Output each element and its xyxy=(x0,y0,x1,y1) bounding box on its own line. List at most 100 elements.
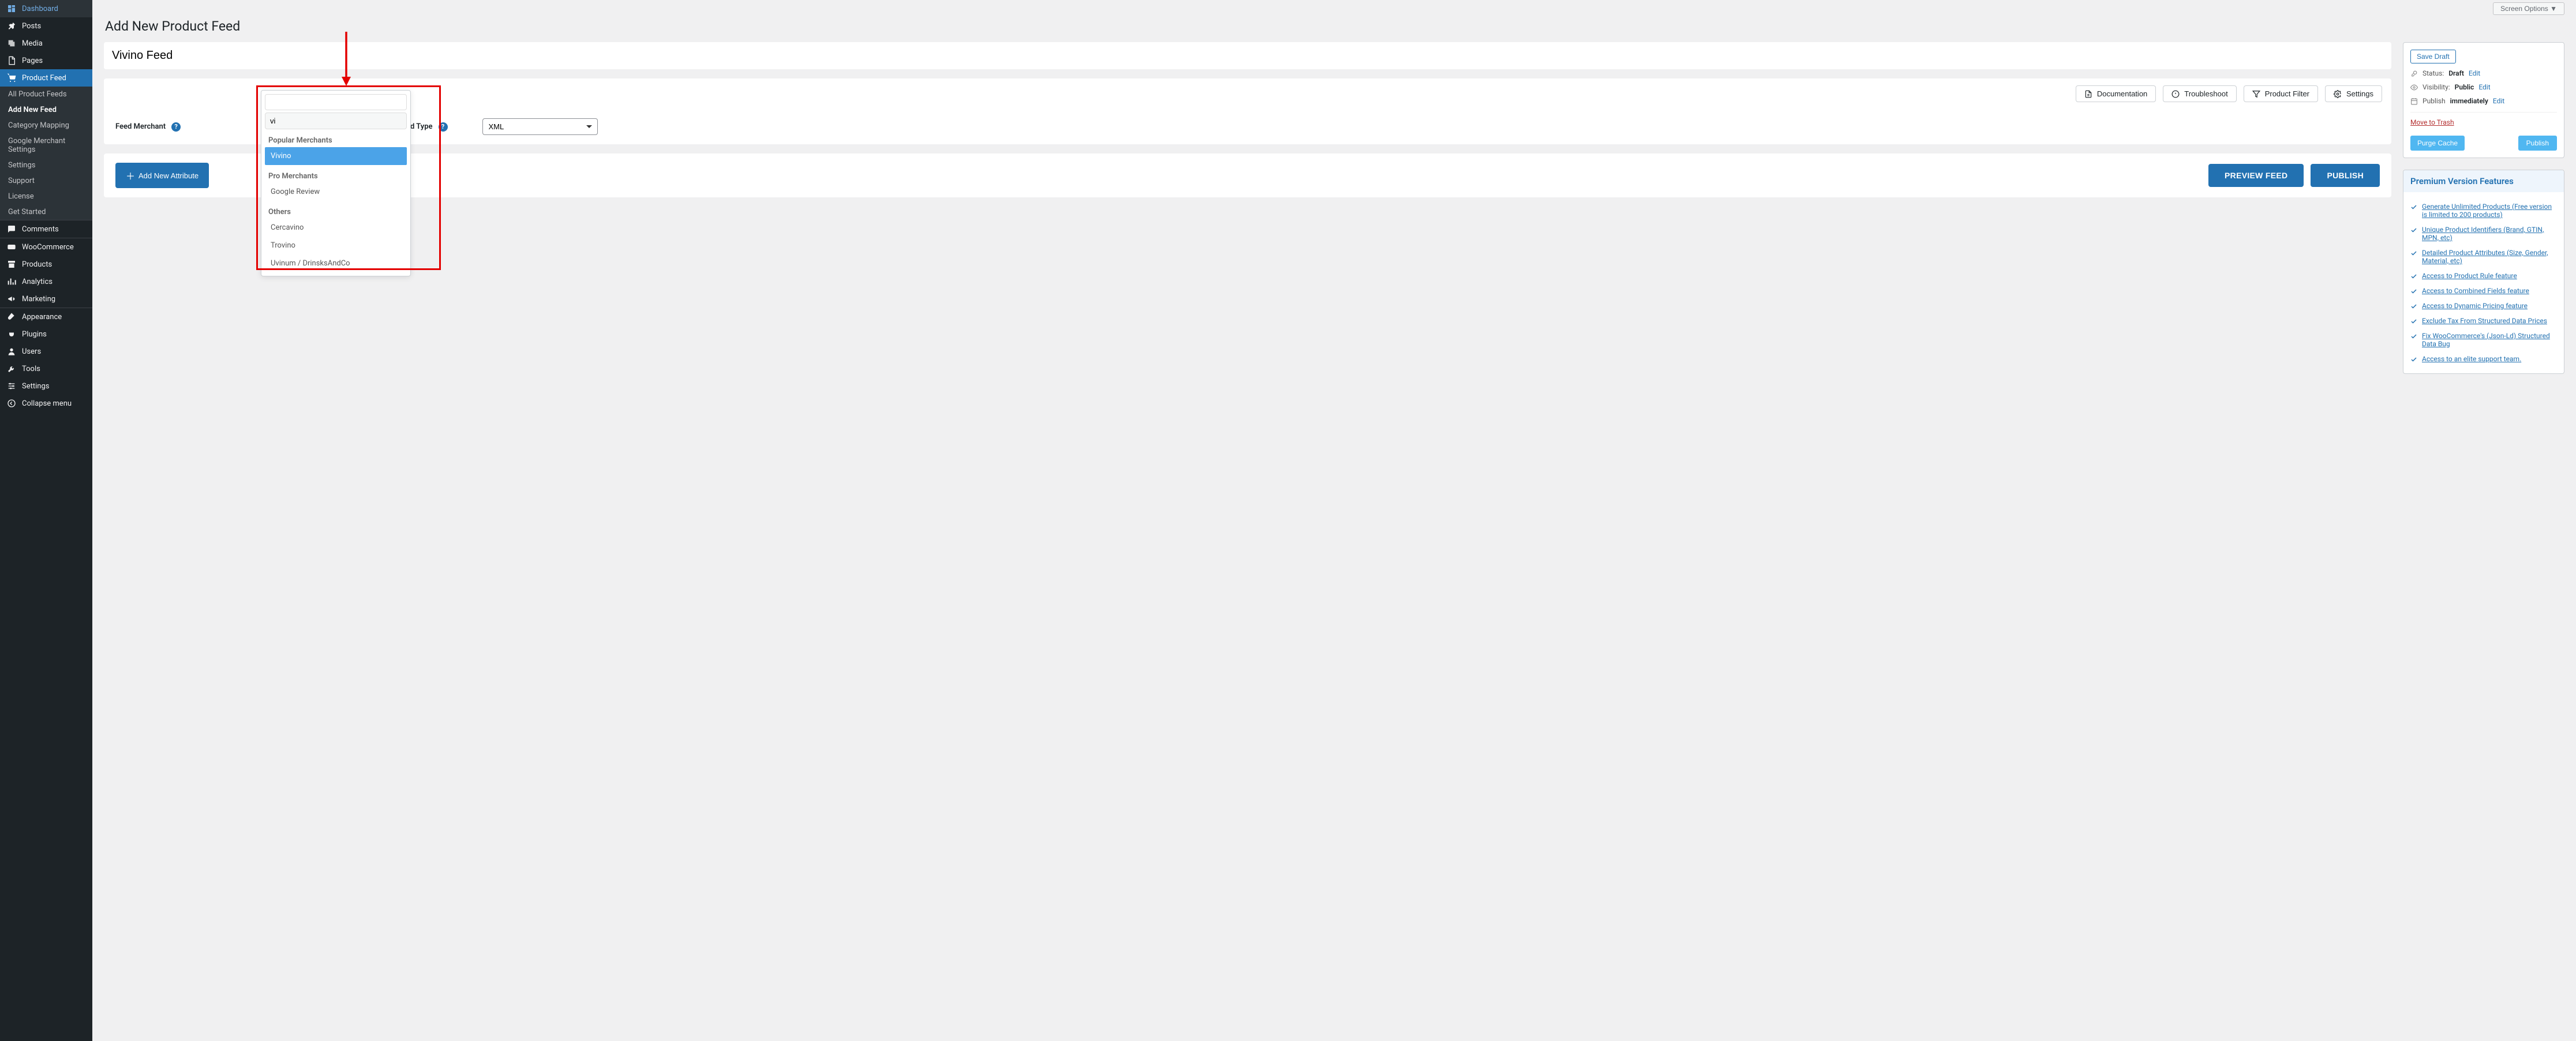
merchant-group-heading: Pro Merchants xyxy=(265,165,407,183)
sidebar-sub-item[interactable]: Support xyxy=(0,173,92,189)
sidebar-item-label: Dashboard xyxy=(22,5,58,13)
premium-features-box: Premium Version Features Generate Unlimi… xyxy=(2403,170,2564,374)
check-icon xyxy=(2410,288,2417,295)
sidebar-item-woocommerce[interactable]: WooCommerce xyxy=(0,238,92,256)
settings-button[interactable]: Settings xyxy=(2325,85,2382,102)
brush-icon xyxy=(6,312,17,321)
merchant-dropdown: Popular MerchantsVivinoPro MerchantsGoog… xyxy=(261,90,411,276)
megaphone-icon xyxy=(6,294,17,304)
cart-icon xyxy=(6,73,17,83)
document-icon xyxy=(2084,90,2092,98)
alert-icon xyxy=(2171,90,2180,98)
help-icon[interactable]: ? xyxy=(439,122,448,132)
screen-options-button[interactable]: Screen Options ▼ xyxy=(2493,2,2564,15)
add-attribute-button[interactable]: ＋ Add New Attribute xyxy=(115,163,209,188)
premium-feature-link[interactable]: Access to Product Rule feature xyxy=(2422,272,2517,280)
sidebar-item-tools[interactable]: Tools xyxy=(0,360,92,377)
sidebar-item-analytics[interactable]: Analytics xyxy=(0,273,92,290)
wrench-icon xyxy=(6,364,17,373)
sidebar-item-label: Tools xyxy=(22,365,40,373)
premium-feature-item: Unique Product Identifiers (Brand, GTIN,… xyxy=(2410,222,2557,245)
button-label: Documentation xyxy=(2097,89,2147,98)
premium-feature-link[interactable]: Unique Product Identifiers (Brand, GTIN,… xyxy=(2422,226,2557,242)
admin-sidebar: Dashboard PostsMediaPagesProduct FeedAll … xyxy=(0,0,92,1041)
publish-feed-button[interactable]: PUBLISH xyxy=(2311,164,2380,187)
premium-feature-link[interactable]: Generate Unlimited Products (Free versio… xyxy=(2422,203,2557,219)
documentation-button[interactable]: Documentation xyxy=(2076,85,2156,102)
premium-feature-link[interactable]: Exclude Tax From Structured Data Prices xyxy=(2422,317,2547,325)
button-label: Troubleshoot xyxy=(2184,89,2227,98)
product-filter-button[interactable]: Product Filter xyxy=(2244,85,2318,102)
media-icon xyxy=(6,39,17,48)
premium-feature-item: Exclude Tax From Structured Data Prices xyxy=(2410,313,2557,328)
merchant-selected-display[interactable] xyxy=(265,94,407,110)
publish-value: immediately xyxy=(2450,97,2488,105)
premium-feature-link[interactable]: Detailed Product Attributes (Size, Gende… xyxy=(2422,249,2557,265)
trash-link[interactable]: Move to Trash xyxy=(2410,118,2454,126)
edit-visibility-link[interactable]: Edit xyxy=(2478,83,2490,91)
collapse-icon xyxy=(6,399,17,408)
edit-status-link[interactable]: Edit xyxy=(2469,69,2480,77)
sidebar-item-appearance[interactable]: Appearance xyxy=(0,308,92,325)
merchant-search-input[interactable] xyxy=(265,113,407,129)
button-label: Add New Attribute xyxy=(138,171,199,180)
calendar-icon xyxy=(2410,98,2418,105)
sidebar-sub-item[interactable]: Get Started xyxy=(0,204,92,220)
sidebar-item-dashboard[interactable]: Dashboard xyxy=(0,0,92,17)
publish-label: Publish xyxy=(2423,97,2446,105)
purge-cache-button[interactable]: Purge Cache xyxy=(2410,136,2465,151)
merchant-option[interactable]: Vivino xyxy=(265,147,407,165)
merchant-option[interactable]: Google Review xyxy=(265,183,407,201)
status-label: Status: xyxy=(2423,69,2444,77)
sidebar-sub-item[interactable]: All Product Feeds xyxy=(0,87,92,102)
check-icon xyxy=(2410,356,2417,363)
sidebar-item-marketing[interactable]: Marketing xyxy=(0,290,92,308)
merchant-option[interactable]: Uvinum / DrinsksAndCo xyxy=(265,254,407,272)
sidebar-item-posts[interactable]: Posts xyxy=(0,17,92,35)
feed-title-input[interactable] xyxy=(104,42,2391,69)
sidebar-item-plugins[interactable]: Plugins xyxy=(0,325,92,343)
premium-feature-link[interactable]: Access to Dynamic Pricing feature xyxy=(2422,302,2528,310)
merchant-option[interactable]: Cercavino xyxy=(265,219,407,237)
sidebar-item-products[interactable]: Products xyxy=(0,256,92,273)
sliders-icon xyxy=(6,381,17,391)
sidebar-item-media[interactable]: Media xyxy=(0,35,92,52)
premium-feature-item: Fix WooCommerce's (Json-Ld) Structured D… xyxy=(2410,328,2557,351)
sidebar-item-label: Analytics xyxy=(22,278,53,286)
sidebar-item-settings[interactable]: Settings xyxy=(0,377,92,395)
button-label: Product Filter xyxy=(2265,89,2309,98)
premium-feature-link[interactable]: Access to an elite support team. xyxy=(2422,355,2521,363)
sidebar-sub-item[interactable]: License xyxy=(0,189,92,204)
sidebar-item-product-feed[interactable]: Product Feed xyxy=(0,69,92,87)
premium-feature-link[interactable]: Access to Combined Fields feature xyxy=(2422,287,2529,295)
help-icon[interactable]: ? xyxy=(171,122,181,132)
visibility-value: Public xyxy=(2455,83,2474,91)
sidebar-sub-item[interactable]: Settings xyxy=(0,158,92,173)
page-icon xyxy=(6,56,17,65)
sidebar-item-pages[interactable]: Pages xyxy=(0,52,92,69)
premium-feature-item: Access to an elite support team. xyxy=(2410,351,2557,366)
visibility-label: Visibility: xyxy=(2423,83,2450,91)
sidebar-item-label: Products xyxy=(22,260,52,269)
sidebar-item-users[interactable]: Users xyxy=(0,343,92,360)
save-draft-button[interactable]: Save Draft xyxy=(2410,50,2456,63)
gear-icon xyxy=(2334,90,2342,98)
check-icon xyxy=(2410,227,2417,234)
edit-publish-link[interactable]: Edit xyxy=(2493,97,2504,105)
check-icon xyxy=(2410,333,2417,340)
merchant-option[interactable]: Trovino xyxy=(265,237,407,254)
sidebar-sub-item[interactable]: Category Mapping xyxy=(0,118,92,133)
premium-feature-link[interactable]: Fix WooCommerce's (Json-Ld) Structured D… xyxy=(2422,332,2557,348)
check-icon xyxy=(2410,204,2417,211)
premium-feature-item: Detailed Product Attributes (Size, Gende… xyxy=(2410,245,2557,268)
sidebar-sub-item[interactable]: Add New Feed xyxy=(0,102,92,118)
troubleshoot-button[interactable]: Troubleshoot xyxy=(2163,85,2236,102)
sidebar-item-collapse-menu[interactable]: Collapse menu xyxy=(0,395,92,412)
publish-button[interactable]: Publish xyxy=(2518,136,2557,151)
sidebar-item-comments[interactable]: Comments xyxy=(0,220,92,238)
sidebar-sub-item[interactable]: Google Merchant Settings xyxy=(0,133,92,158)
feed-type-select[interactable]: XML xyxy=(482,118,598,135)
user-icon xyxy=(6,347,17,356)
sidebar-item-label: Plugins xyxy=(22,330,47,339)
preview-feed-button[interactable]: PREVIEW FEED xyxy=(2208,164,2304,187)
